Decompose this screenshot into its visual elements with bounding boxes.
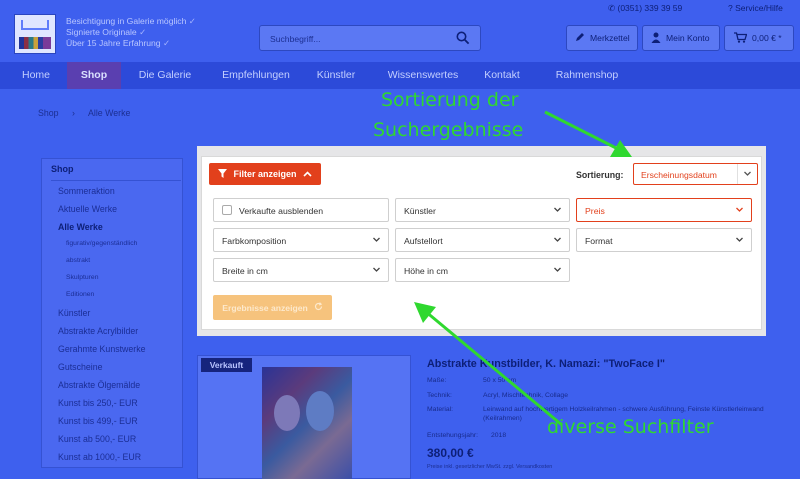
service-link[interactable]: ? Service/Hilfe xyxy=(728,3,783,13)
chevron-down-icon xyxy=(553,205,562,216)
cart-icon xyxy=(734,31,748,45)
sidebar-item-bis-499[interactable]: Kunst bis 499,- EUR xyxy=(58,416,138,426)
nav-wissenswertes[interactable]: Wissenswertes xyxy=(376,62,470,89)
filter-hoehe[interactable]: Höhe in cm xyxy=(395,258,570,282)
product-title[interactable]: Abstrakte Kunstbilder, K. Namazi: "TwoFa… xyxy=(427,358,665,370)
sidebar-item-gutscheine[interactable]: Gutscheine xyxy=(58,362,103,372)
nav-kontakt[interactable]: Kontakt xyxy=(474,62,530,89)
breadcrumb-alle-werke[interactable]: Alle Werke xyxy=(88,108,130,118)
filter-toggle-button[interactable]: Filter anzeigen xyxy=(209,163,321,185)
breadcrumb-separator: › xyxy=(72,108,75,118)
sidebar-sub-abstrakt[interactable]: abstrakt xyxy=(66,257,90,264)
sidebar-item-bis-250[interactable]: Kunst bis 250,- EUR xyxy=(58,398,138,408)
sidebar-sub-figurativ[interactable]: figurativ/gegenständlich xyxy=(66,240,137,247)
sidebar-item-acrylbilder[interactable]: Abstrakte Acrylbilder xyxy=(58,326,138,336)
nav-empfehlungen[interactable]: Empfehlungen xyxy=(208,62,304,89)
usp-item: Über 15 Jahre Erfahrung ✓ xyxy=(66,38,171,48)
show-results-button[interactable]: Ergebnisse anzeigen xyxy=(213,295,332,320)
nav-rahmenshop[interactable]: Rahmenshop xyxy=(544,62,630,89)
nav-galerie[interactable]: Die Galerie xyxy=(128,62,202,89)
filter-aufstellort[interactable]: Aufstellort xyxy=(395,228,570,252)
checkbox-icon xyxy=(222,205,232,215)
product-image[interactable] xyxy=(262,367,352,479)
sidebar-item-gerahmt[interactable]: Gerahmte Kunstwerke xyxy=(58,344,146,354)
sidebar-item-aktuelle-werke[interactable]: Aktuelle Werke xyxy=(58,204,117,214)
sidebar-divider xyxy=(51,180,181,181)
search-icon[interactable] xyxy=(456,31,470,47)
sort-label: Sortierung: xyxy=(576,170,624,180)
user-icon xyxy=(651,32,661,45)
detail-label: Entstehungsjahr: xyxy=(427,432,479,439)
chevron-down-icon xyxy=(735,235,744,246)
chevron-down-icon xyxy=(743,169,752,180)
funnel-icon xyxy=(218,168,228,180)
detail-value: 2018 xyxy=(491,432,507,439)
phone-icon: ✆ xyxy=(608,3,616,13)
sold-badge: Verkauft xyxy=(201,358,252,372)
account-button[interactable]: Mein Konto xyxy=(642,25,720,51)
sort-value: Erscheinungsdatum xyxy=(641,170,717,180)
filter-preis[interactable]: Preis xyxy=(576,198,752,222)
usp-item: Besichtigung in Galerie möglich ✓ xyxy=(66,16,196,26)
cart-button[interactable]: 0,00 € * xyxy=(724,25,794,51)
annotation-sort-line2: Suchergebnisse xyxy=(373,119,524,141)
sidebar-item-oelgemaelde[interactable]: Abstrakte Ölgemälde xyxy=(58,380,140,390)
sidebar-item-ab-1000[interactable]: Kunst ab 1000,- EUR xyxy=(58,452,141,462)
hide-sold-checkbox[interactable]: Verkaufte ausblenden xyxy=(213,198,389,222)
product-price: 380,00 € xyxy=(427,446,474,460)
breadcrumb-shop[interactable]: Shop xyxy=(38,108,59,118)
price-note: Preise inkl. gesetzlicher MwSt. zzgl. Ve… xyxy=(427,464,553,470)
sidebar-title[interactable]: Shop xyxy=(51,164,74,174)
sidebar-sub-skulpturen[interactable]: Skulpturen xyxy=(66,274,99,281)
merkzettel-button[interactable]: Merkzettel xyxy=(566,25,638,51)
help-icon: ? xyxy=(728,3,733,13)
phone-number[interactable]: ✆ (0351) 339 39 59 xyxy=(608,3,682,14)
sidebar-item-ab-500[interactable]: Kunst ab 500,- EUR xyxy=(58,434,136,444)
nav-home[interactable]: Home xyxy=(12,62,60,89)
chevron-down-icon xyxy=(735,205,744,216)
filter-kuenstler[interactable]: Künstler xyxy=(395,198,570,222)
filter-format[interactable]: Format xyxy=(576,228,752,252)
annotation-filter: diverse Suchfilter xyxy=(547,416,714,438)
sidebar-item-alle-werke[interactable]: Alle Werke xyxy=(58,222,103,232)
gallery-logo[interactable] xyxy=(14,14,56,54)
search-field[interactable]: Suchbegriff... xyxy=(259,25,481,51)
sort-select[interactable]: Erscheinungsdatum xyxy=(633,163,758,185)
detail-label: Material: xyxy=(427,406,454,413)
sidebar-sub-editionen[interactable]: Editionen xyxy=(66,291,94,298)
filter-breite[interactable]: Breite in cm xyxy=(213,258,389,282)
filter-farbkomposition[interactable]: Farbkomposition xyxy=(213,228,389,252)
annotation-sort-line1: Sortierung der xyxy=(381,89,519,111)
detail-label: Maße: xyxy=(427,377,447,384)
sort-divider xyxy=(737,164,738,184)
usp-item: Signierte Originale ✓ xyxy=(66,27,147,37)
chevron-down-icon xyxy=(372,265,381,276)
search-placeholder: Suchbegriff... xyxy=(270,34,321,44)
detail-value: Acryl, Mischtechnik, Collage xyxy=(483,392,568,399)
detail-label: Technik: xyxy=(427,392,452,399)
chevron-down-icon xyxy=(553,265,562,276)
nav-shop[interactable]: Shop xyxy=(67,62,121,89)
refresh-icon xyxy=(314,302,323,313)
pencil-icon xyxy=(575,32,585,44)
chevron-down-icon xyxy=(372,235,381,246)
chevron-down-icon xyxy=(553,235,562,246)
sidebar-item-kuenstler[interactable]: Künstler xyxy=(58,308,90,318)
sidebar-item-sommeraktion[interactable]: Sommeraktion xyxy=(58,186,115,196)
detail-value: 50 x 50 cm xyxy=(483,377,517,384)
chevron-up-icon xyxy=(302,169,312,179)
nav-kuenstler[interactable]: Künstler xyxy=(306,62,366,89)
